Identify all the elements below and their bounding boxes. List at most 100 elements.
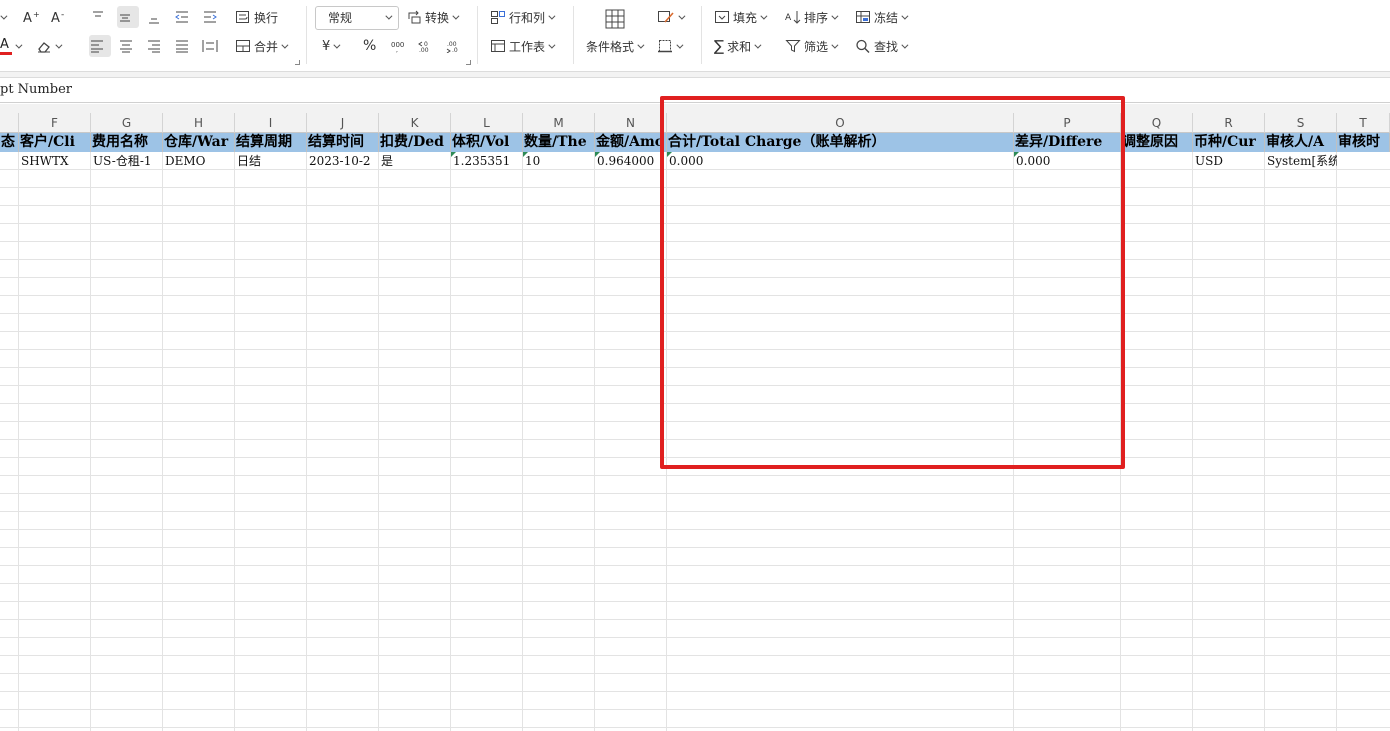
sort-button[interactable]: A 排序: [785, 6, 845, 28]
column-divider: [18, 152, 19, 731]
column-header-q[interactable]: Q: [1121, 113, 1193, 133]
header-cell[interactable]: 客户/Cli: [19, 133, 91, 152]
column-header-l[interactable]: L: [451, 113, 523, 133]
header-cell[interactable]: 态: [0, 133, 19, 152]
data-cell[interactable]: [0, 152, 19, 170]
filter-icon: [785, 40, 801, 53]
eraser-icon: [38, 42, 50, 53]
font-size-dropdown[interactable]: [0, 6, 14, 28]
decrease-indent-button[interactable]: [174, 6, 194, 28]
header-cell[interactable]: 调整原因: [1121, 133, 1193, 152]
align-top-icon: [93, 11, 103, 17]
data-cell[interactable]: USD: [1193, 152, 1265, 170]
conditional-format-label-button[interactable]: 条件格式: [586, 35, 646, 57]
align-top-button[interactable]: [90, 6, 110, 28]
convert-icon: [408, 10, 421, 24]
align-left-icon: [91, 40, 103, 53]
merge-cells-button[interactable]: 合并: [235, 35, 295, 57]
data-cell[interactable]: 1.235351: [451, 152, 523, 170]
formula-bar-content[interactable]: pt Number: [0, 82, 72, 97]
column-header-k[interactable]: K: [379, 113, 451, 133]
column-divider: [522, 152, 523, 731]
align-left-button[interactable]: [89, 35, 111, 57]
borders-icon: [658, 40, 672, 53]
ribbon-toolbar: A + A- A 换行 合并 常规 转换 ¥ % 000 , 0 .00 .00…: [0, 0, 1390, 72]
increase-decimal-button[interactable]: 0.00: [418, 35, 436, 57]
align-center-button[interactable]: [118, 35, 138, 57]
font-color-button[interactable]: A: [0, 35, 26, 57]
data-cell[interactable]: 是: [379, 152, 451, 170]
align-middle-icon: [120, 14, 130, 22]
svg-text:A: A: [51, 11, 60, 25]
column-header-partial[interactable]: [0, 113, 19, 133]
data-cell[interactable]: [1337, 152, 1390, 170]
column-header-f[interactable]: F: [19, 113, 91, 133]
data-cell[interactable]: 0.964000: [595, 152, 667, 170]
highlight-box: [660, 96, 1125, 469]
increase-font-size-button[interactable]: A +: [22, 6, 42, 28]
decrease-font-size-button[interactable]: A-: [50, 6, 70, 28]
column-divider: [234, 152, 235, 731]
header-cell[interactable]: 结算时间: [307, 133, 379, 152]
error-indicator-icon: [523, 152, 528, 157]
header-cell[interactable]: 审核人/A: [1265, 133, 1337, 152]
header-cell[interactable]: 审核时: [1337, 133, 1390, 152]
column-header-t[interactable]: T: [1337, 113, 1390, 133]
decrease-decimal-button[interactable]: .00.0: [446, 35, 464, 57]
data-cell[interactable]: 10: [523, 152, 595, 170]
justify-button[interactable]: [174, 35, 194, 57]
column-header-g[interactable]: G: [91, 113, 163, 133]
data-cell[interactable]: [1121, 152, 1193, 170]
clear-format-button[interactable]: [36, 35, 66, 57]
borders-button[interactable]: [657, 35, 687, 57]
freeze-button[interactable]: 冻结: [855, 6, 915, 28]
wrap-text-button[interactable]: 换行: [235, 6, 285, 28]
header-cell[interactable]: 币种/Cur: [1193, 133, 1265, 152]
data-cell[interactable]: System[系统]: [1265, 152, 1337, 170]
data-cell[interactable]: 2023-10-2: [307, 152, 379, 170]
column-header-i[interactable]: I: [235, 113, 307, 133]
data-cell[interactable]: SHWTX: [19, 152, 91, 170]
align-middle-button[interactable]: [117, 6, 139, 28]
data-cell[interactable]: DEMO: [163, 152, 235, 170]
conditional-format-button[interactable]: [604, 6, 628, 32]
worksheet-button[interactable]: 工作表: [490, 35, 562, 57]
header-cell[interactable]: 数量/The: [523, 133, 595, 152]
align-right-button[interactable]: [146, 35, 166, 57]
column-header-r[interactable]: R: [1193, 113, 1265, 133]
currency-format-button[interactable]: ¥: [322, 35, 352, 57]
header-cell[interactable]: 结算周期: [235, 133, 307, 152]
increase-font-icon: A +: [23, 10, 40, 25]
filter-button[interactable]: 筛选: [785, 35, 845, 57]
percent-format-button[interactable]: %: [363, 35, 381, 57]
increase-indent-button[interactable]: [202, 6, 222, 28]
header-cell[interactable]: 扣费/Ded: [379, 133, 451, 152]
header-cell[interactable]: 费用名称: [91, 133, 163, 152]
rows-columns-button[interactable]: 行和列: [490, 6, 562, 28]
thousands-separator-button[interactable]: 000,: [390, 35, 408, 57]
header-cell[interactable]: 体积/Vol: [451, 133, 523, 152]
column-divider: [162, 152, 163, 731]
column-divider: [90, 152, 91, 731]
convert-button[interactable]: 转换: [406, 6, 466, 28]
column-header-n[interactable]: N: [595, 113, 667, 133]
cell-style-button[interactable]: [657, 6, 687, 28]
column-header-h[interactable]: H: [163, 113, 235, 133]
sigma-icon: ∑: [714, 37, 725, 55]
column-header-m[interactable]: M: [523, 113, 595, 133]
column-header-j[interactable]: J: [307, 113, 379, 133]
header-cell[interactable]: 金额/Amo: [595, 133, 667, 152]
fill-button[interactable]: 填充: [714, 6, 774, 28]
column-header-s[interactable]: S: [1265, 113, 1337, 133]
autosum-button[interactable]: ∑ 求和: [714, 35, 774, 57]
number-format-select[interactable]: 常规: [315, 6, 399, 30]
number-dialog-launcher[interactable]: [466, 60, 471, 65]
distributed-align-button[interactable]: [202, 35, 222, 57]
header-cell[interactable]: 仓库/War: [163, 133, 235, 152]
group-separator: [477, 6, 478, 64]
alignment-dialog-launcher[interactable]: [295, 60, 300, 65]
find-button[interactable]: 查找: [855, 35, 915, 57]
align-bottom-button[interactable]: [146, 6, 166, 28]
data-cell[interactable]: 日结: [235, 152, 307, 170]
data-cell[interactable]: US-仓租-1: [91, 152, 163, 170]
